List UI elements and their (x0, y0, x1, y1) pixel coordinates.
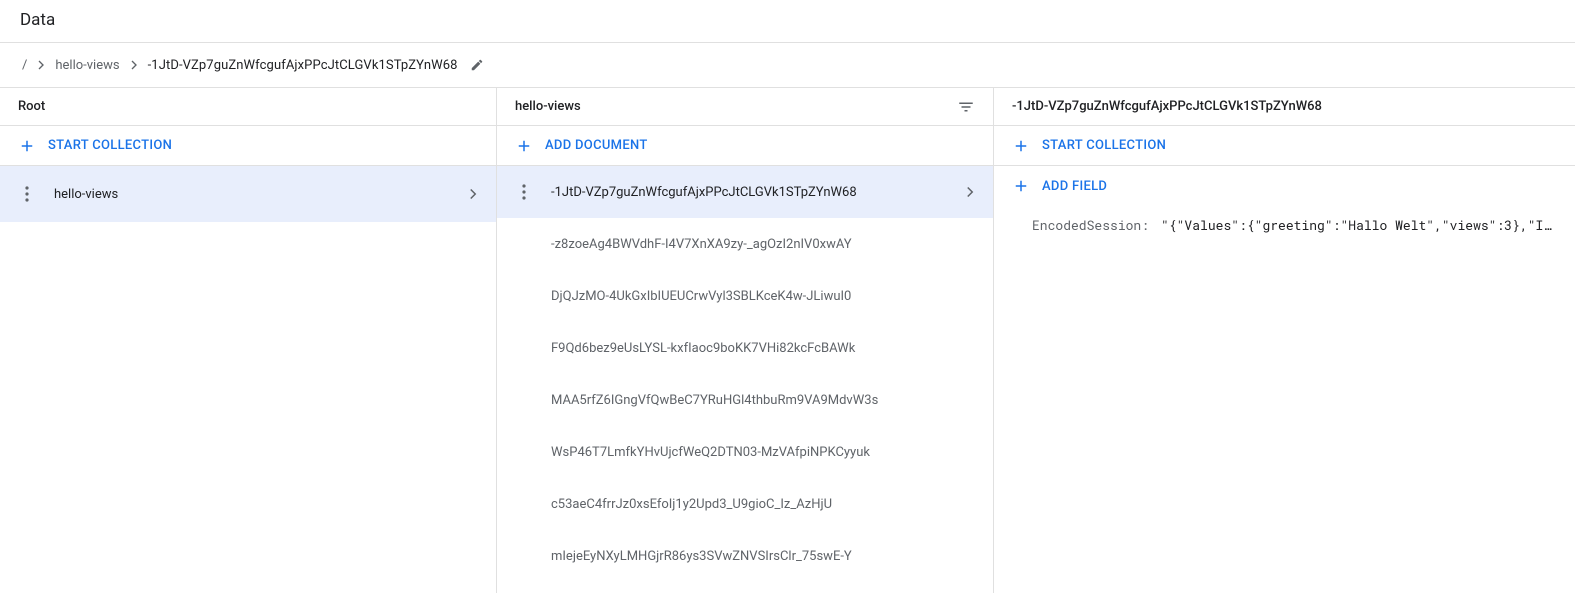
document-label: mIejeEyNXyLMHGjrR86ys3SVwZNVSIrsClr_75sw… (543, 549, 979, 564)
chevron-right-icon (33, 57, 49, 73)
panel-root-header-text: Root (18, 99, 45, 114)
data-panels: Root START COLLECTION hello-views hello-… (0, 87, 1575, 593)
field-key: EncodedSession: (1032, 216, 1149, 234)
document-row[interactable]: -1JtD-VZp7guZnWfcgufAjxPPcJtCLGVk1STpZYn… (497, 166, 993, 218)
breadcrumb-document: -1JtD-VZp7guZnWfcgufAjxPPcJtCLGVk1STpZYn… (148, 58, 458, 73)
start-collection-label: START COLLECTION (48, 138, 172, 153)
plus-icon (18, 137, 36, 155)
breadcrumb-root[interactable]: / (22, 58, 27, 73)
add-document-label: ADD DOCUMENT (545, 138, 648, 153)
more-icon[interactable] (517, 184, 531, 200)
field-list: EncodedSession: "{"Values":{"greeting":"H… (994, 206, 1575, 244)
breadcrumb-collection[interactable]: hello-views (55, 58, 119, 73)
document-label: DjQJzMO-4UkGxIbIUEUCrwVyl3SBLKceK4w-JLiw… (543, 289, 979, 304)
document-label: F9Qd6bez9eUsLYSL-kxfIaoc9boKK7VHi82kcFcB… (543, 341, 979, 356)
panel-detail-header-text: -1JtD-VZp7guZnWfcgufAjxPPcJtCLGVk1STpZYn… (1012, 99, 1322, 114)
document-label: -1JtD-VZp7guZnWfcgufAjxPPcJtCLGVk1STpZYn… (543, 185, 949, 200)
start-subcollection-button[interactable]: START COLLECTION (994, 126, 1575, 166)
panel-documents: hello-views ADD DOCUMENT -1JtD-VZp7guZnW… (497, 88, 994, 593)
breadcrumb: / hello-views -1JtD-VZp7guZnWfcgufAjxPPc… (0, 43, 1575, 87)
add-document-button[interactable]: ADD DOCUMENT (497, 126, 993, 166)
document-label: MAA5rfZ6IGngVfQwBeC7YRuHGl4thbuRm9VA9Mdv… (543, 393, 979, 408)
collection-row[interactable]: hello-views (0, 166, 496, 222)
start-subcollection-label: START COLLECTION (1042, 138, 1166, 153)
field-value: "{"Values":{"greeting":"Hallo Welt","vie… (1161, 216, 1555, 234)
root-collection-list: hello-views (0, 166, 496, 222)
document-row[interactable]: DjQJzMO-4UkGxIbIUEUCrwVyl3SBLKceK4w-JLiw… (497, 270, 993, 322)
document-row[interactable]: mIejeEyNXyLMHGjrR86ys3SVwZNVSIrsClr_75sw… (497, 530, 993, 582)
chevron-right-icon (464, 185, 482, 203)
document-list: -1JtD-VZp7guZnWfcgufAjxPPcJtCLGVk1STpZYn… (497, 166, 993, 582)
panel-documents-header: hello-views (497, 88, 993, 126)
chevron-right-icon (961, 183, 979, 201)
edit-icon[interactable] (470, 58, 484, 72)
panel-root: Root START COLLECTION hello-views (0, 88, 497, 593)
collection-label: hello-views (46, 187, 452, 202)
panel-detail-header: -1JtD-VZp7guZnWfcgufAjxPPcJtCLGVk1STpZYn… (994, 88, 1575, 126)
page-title: Data (0, 0, 1575, 43)
add-field-label: ADD FIELD (1042, 179, 1107, 194)
plus-icon (1012, 137, 1030, 155)
panel-detail: -1JtD-VZp7guZnWfcgufAjxPPcJtCLGVk1STpZYn… (994, 88, 1575, 593)
plus-icon (515, 137, 533, 155)
document-row[interactable]: F9Qd6bez9eUsLYSL-kxfIaoc9boKK7VHi82kcFcB… (497, 322, 993, 374)
filter-icon[interactable] (957, 98, 975, 116)
panel-root-header: Root (0, 88, 496, 126)
document-row[interactable]: MAA5rfZ6IGngVfQwBeC7YRuHGl4thbuRm9VA9Mdv… (497, 374, 993, 426)
document-label: -z8zoeAg4BWVdhF-I4V7XnXA9zy-_agOzI2nIV0x… (543, 237, 979, 252)
document-row[interactable]: c53aeC4frrJz0xsEfoIj1y2Upd3_U9gioC_Iz_Az… (497, 478, 993, 530)
more-icon[interactable] (20, 186, 34, 202)
document-row[interactable]: WsP46T7LmfkYHvUjcfWeQ2DTN03-MzVAfpiNPKCy… (497, 426, 993, 478)
chevron-right-icon (126, 57, 142, 73)
plus-icon (1012, 177, 1030, 195)
document-label: c53aeC4frrJz0xsEfoIj1y2Upd3_U9gioC_Iz_Az… (543, 497, 979, 512)
document-label: WsP46T7LmfkYHvUjcfWeQ2DTN03-MzVAfpiNPKCy… (543, 445, 979, 460)
panel-documents-header-text: hello-views (515, 99, 581, 114)
add-field-button[interactable]: ADD FIELD (994, 166, 1575, 206)
start-collection-button[interactable]: START COLLECTION (0, 126, 496, 166)
document-row[interactable]: -z8zoeAg4BWVdhF-I4V7XnXA9zy-_agOzI2nIV0x… (497, 218, 993, 270)
field-row[interactable]: EncodedSession: "{"Values":{"greeting":"H… (994, 206, 1575, 244)
